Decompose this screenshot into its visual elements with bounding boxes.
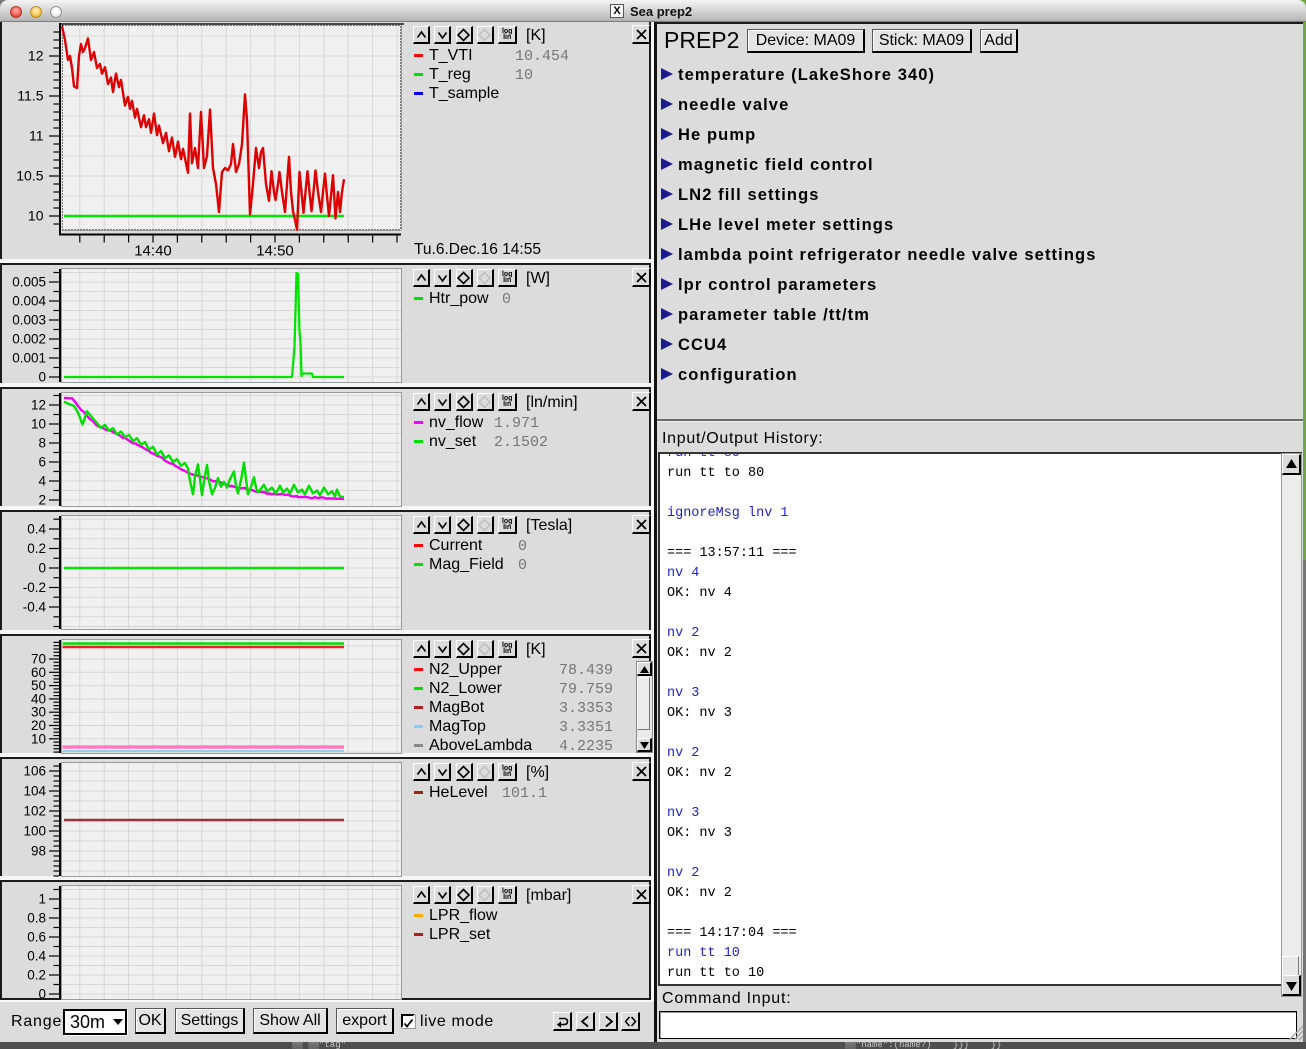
svg-text:104: 104 (23, 784, 46, 799)
svg-text:0.003: 0.003 (12, 313, 46, 328)
svg-text:4: 4 (38, 474, 46, 489)
svg-text:0.2: 0.2 (27, 541, 46, 556)
svg-text:1: 1 (38, 892, 46, 907)
svg-text:100: 100 (23, 824, 46, 839)
svg-text:0.4: 0.4 (27, 522, 46, 537)
svg-text:10: 10 (31, 731, 46, 746)
svg-text:0: 0 (38, 370, 46, 385)
svg-text:14:40: 14:40 (134, 243, 172, 260)
svg-text:98: 98 (31, 844, 46, 859)
svg-text:0: 0 (38, 561, 46, 576)
svg-text:0.8: 0.8 (27, 911, 46, 926)
svg-text:11: 11 (29, 128, 44, 144)
svg-text:6: 6 (38, 455, 46, 470)
svg-text:0.2: 0.2 (27, 968, 46, 983)
svg-text:106: 106 (23, 764, 46, 779)
svg-text:10: 10 (28, 208, 44, 224)
svg-text:0.004: 0.004 (12, 294, 46, 309)
svg-text:102: 102 (23, 804, 46, 819)
svg-text:-0.4: -0.4 (23, 600, 47, 615)
svg-text:0.005: 0.005 (12, 275, 46, 290)
svg-text:12: 12 (31, 398, 46, 413)
svg-text:0.4: 0.4 (27, 949, 46, 964)
svg-text:0.001: 0.001 (12, 351, 46, 366)
svg-text:-0.2: -0.2 (23, 580, 46, 595)
svg-text:10.5: 10.5 (16, 168, 43, 184)
svg-text:11.5: 11.5 (17, 88, 43, 104)
svg-text:8: 8 (38, 436, 46, 451)
svg-text:12: 12 (28, 48, 44, 64)
svg-text:0: 0 (38, 987, 46, 1002)
svg-text:14:50: 14:50 (256, 243, 294, 260)
svg-text:2: 2 (38, 493, 46, 508)
svg-text:0.6: 0.6 (27, 930, 46, 945)
svg-text:0.002: 0.002 (12, 332, 46, 347)
svg-text:10: 10 (31, 417, 46, 432)
